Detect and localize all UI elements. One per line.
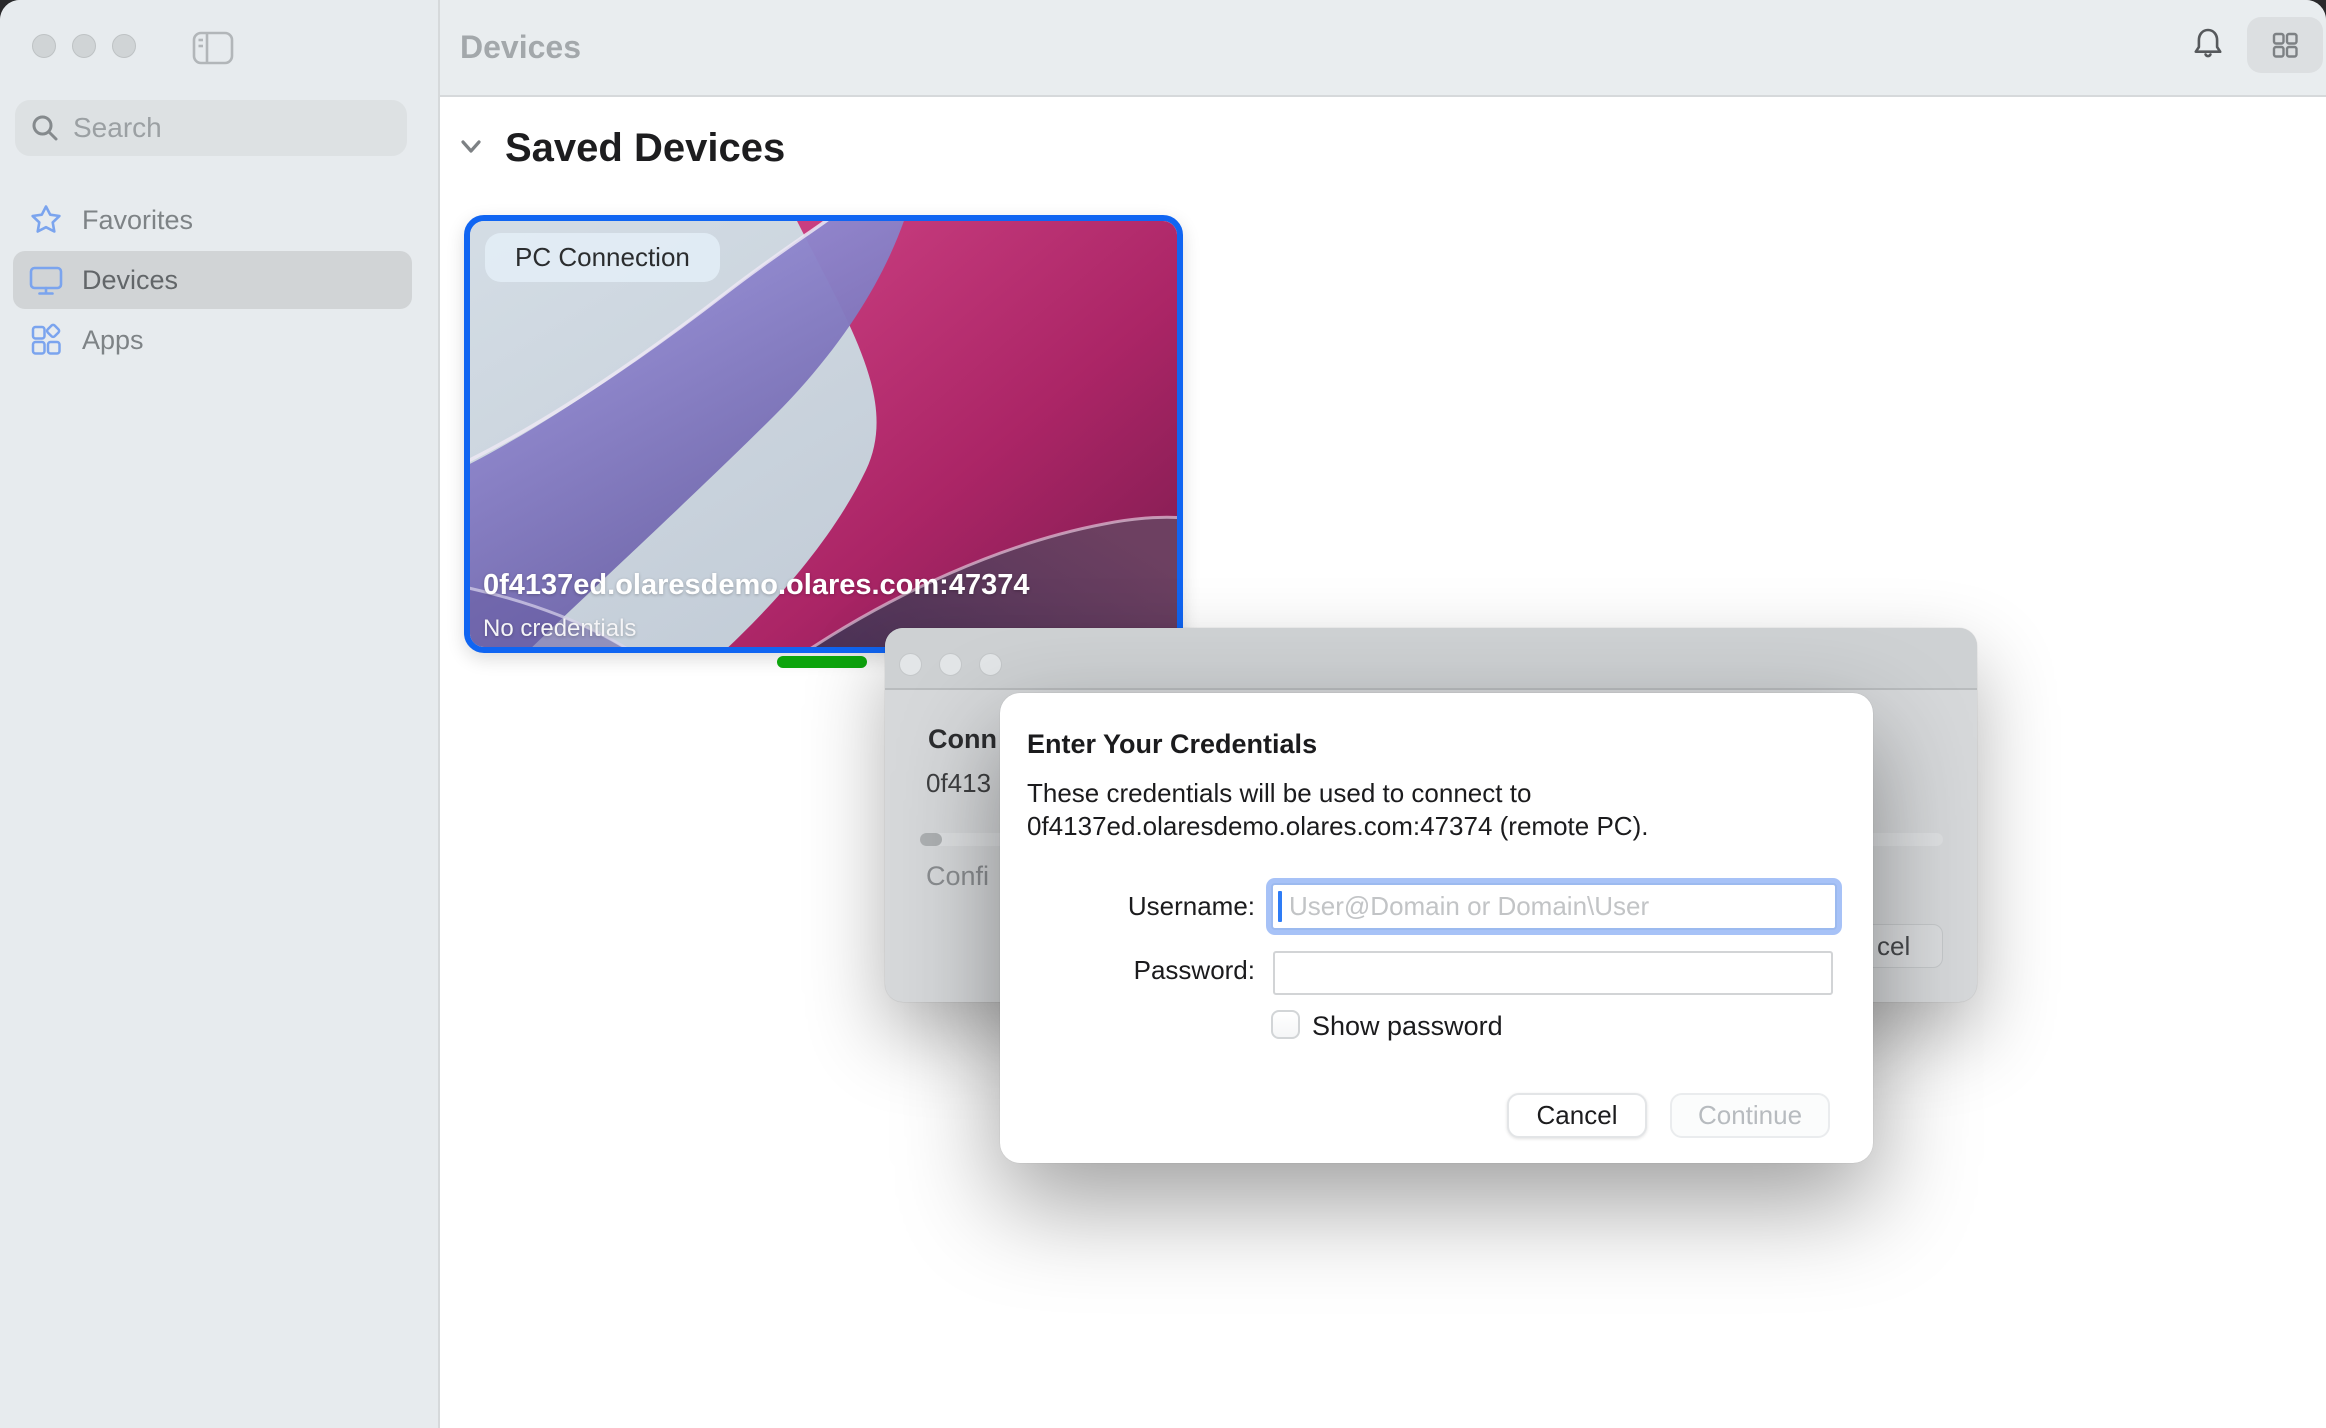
device-card[interactable]: PC Connection 0f4137ed.olaresdemo.olares… [464,215,1183,653]
sidebar-item-devices[interactable]: Devices [13,251,412,309]
search-input[interactable] [73,112,448,144]
show-password-label: Show password [1312,1011,1503,1042]
zoom-window-button[interactable] [112,34,136,58]
zoom-window-button[interactable] [979,653,1002,676]
star-icon [28,203,64,237]
section-title-saved-devices: Saved Devices [505,126,785,171]
sidebar-item-label: Favorites [82,205,193,236]
username-field[interactable] [1271,883,1837,930]
connection-dialog-status: Confi [926,861,989,892]
title-bar: Devices [440,0,2326,97]
minimize-window-button[interactable] [72,34,96,58]
dialog-message-line2: 0f4137ed.olaresdemo.olares.com:47374 (re… [1027,810,1648,843]
dialog-window-controls [899,653,1002,676]
close-window-button[interactable] [899,653,922,676]
sidebar-toggle-icon [190,28,236,68]
sidebar-item-favorites[interactable]: Favorites [13,191,412,249]
sidebar-item-label: Devices [82,265,178,296]
device-card-title: 0f4137ed.olaresdemo.olares.com:47374 [483,569,1163,602]
sidebar-item-label: Apps [82,325,144,356]
bell-icon [2186,23,2230,67]
connection-type-badge: PC Connection [485,233,720,282]
connection-dialog-heading: Conn [928,724,997,755]
continue-button[interactable]: Continue [1670,1093,1830,1138]
sidebar-nav: Favorites Devices [13,191,412,371]
page-title: Devices [460,0,581,95]
credentials-dialog: Enter Your Credentials These credentials… [1000,693,1873,1163]
minimize-window-button[interactable] [939,653,962,676]
password-label: Password: [1000,955,1255,986]
windows-app-window: Favorites Devices [0,0,2326,1428]
dialog-message-line1: These credentials will be used to connec… [1027,777,1648,810]
sidebar: Favorites Devices [0,0,440,1428]
dialog-title: Enter Your Credentials [1027,729,1317,760]
search-icon [29,112,61,144]
show-password-checkbox[interactable] [1271,1010,1300,1039]
search-field[interactable] [15,100,407,156]
device-card-subtitle: No credentials [483,615,636,643]
chevron-down-icon[interactable] [456,134,486,160]
apps-grid-icon [28,323,64,357]
connection-progress-fill [920,833,942,846]
grid-icon [2263,23,2307,67]
connection-progress-bar [777,656,867,668]
toggle-sidebar-button[interactable] [190,28,236,68]
close-window-button[interactable] [32,34,56,58]
connection-dialog-host: 0f413 [926,768,991,799]
cancel-button[interactable]: Cancel [1507,1093,1647,1138]
text-cursor [1278,891,1282,922]
dialog-title-bar [885,628,1977,690]
sidebar-item-apps[interactable]: Apps [13,311,412,369]
username-label: Username: [1000,891,1255,922]
dialog-message: These credentials will be used to connec… [1027,777,1648,843]
grid-view-button[interactable] [2247,17,2323,73]
password-field[interactable] [1273,951,1833,995]
notifications-button[interactable] [2186,23,2230,67]
window-controls [32,34,136,58]
monitor-icon [28,264,64,296]
